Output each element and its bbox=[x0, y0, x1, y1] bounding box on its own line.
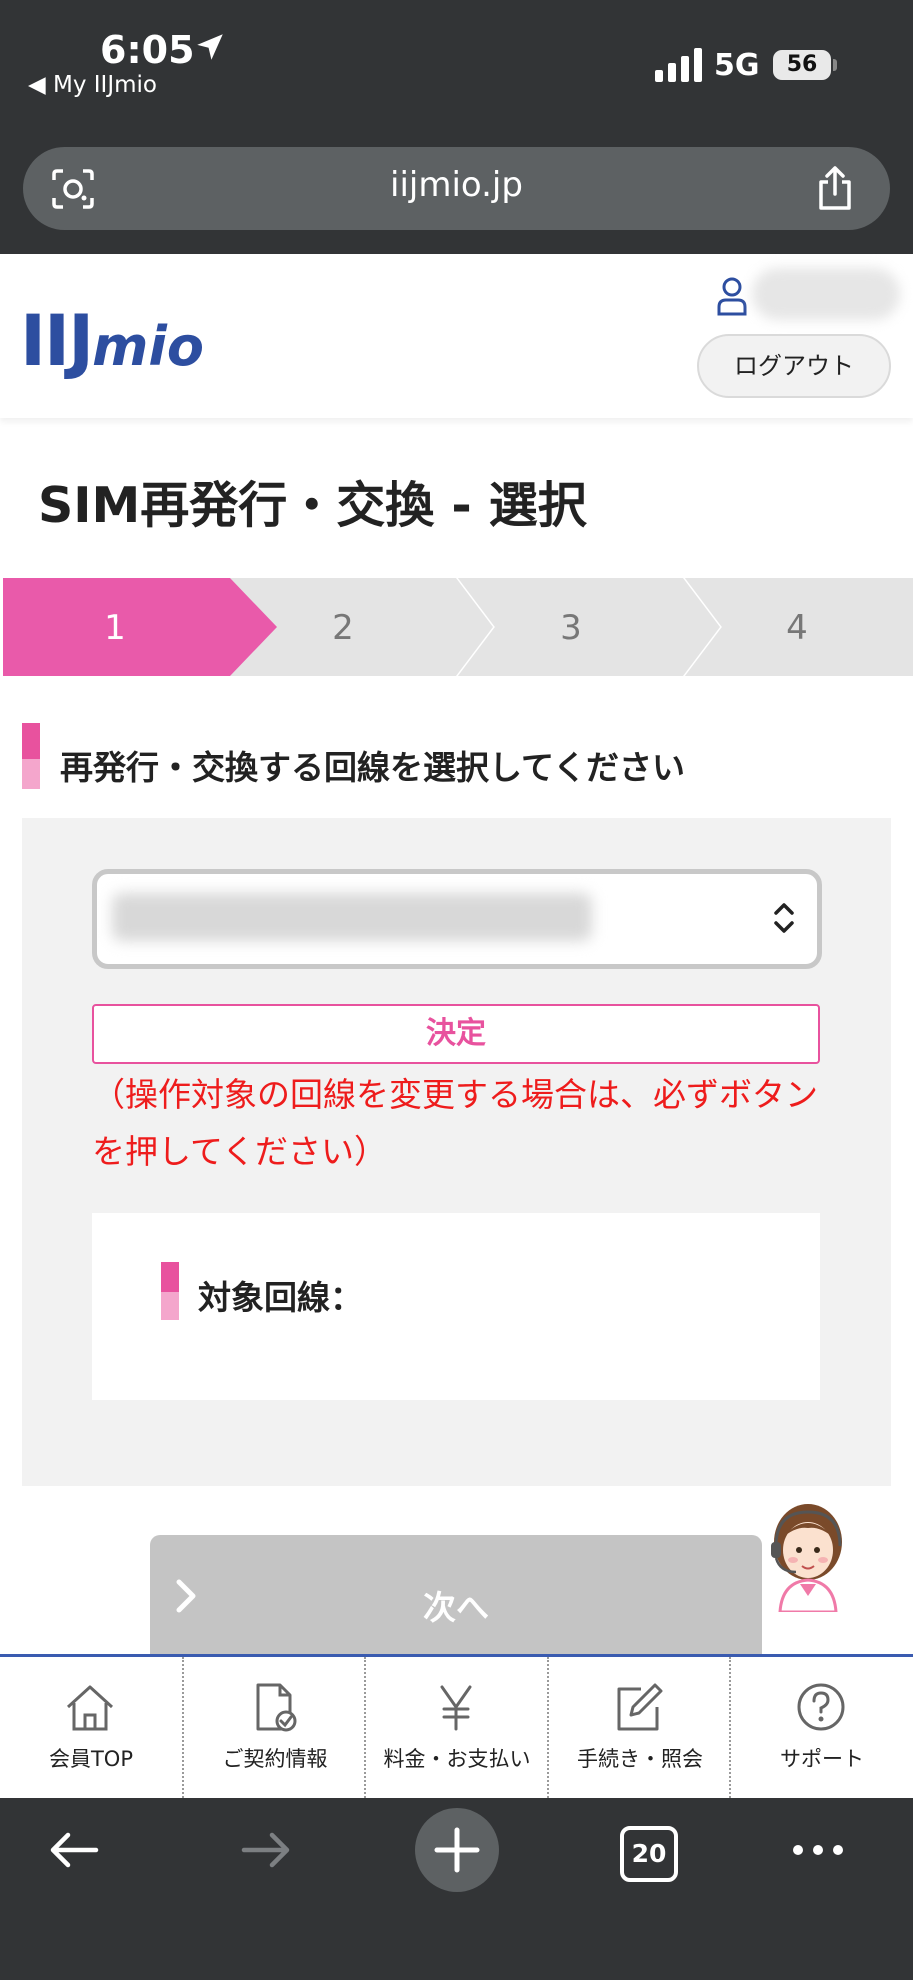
location-arrow-icon bbox=[197, 34, 223, 60]
more-icon[interactable] bbox=[790, 1840, 846, 1860]
support-operator-icon[interactable] bbox=[760, 1500, 856, 1612]
nav-label: 料金・お支払い bbox=[383, 1747, 531, 1771]
nav-contract-info[interactable]: ご契約情報 bbox=[182, 1657, 366, 1798]
next-button-label: 次へ bbox=[423, 1588, 489, 1627]
logo-iij: IIJ bbox=[20, 300, 94, 382]
line-select-value-redacted bbox=[112, 893, 592, 941]
back-arrow-icon[interactable] bbox=[46, 1826, 102, 1874]
user-name-redacted bbox=[752, 268, 900, 320]
user-icon bbox=[717, 277, 747, 316]
section-marker bbox=[22, 723, 40, 789]
select-updown-icon bbox=[774, 903, 794, 933]
change-notice: （操作対象の回線を変更する場合は、必ずボタンを押してください） bbox=[92, 1075, 818, 1171]
logout-button[interactable]: ログアウト bbox=[697, 334, 891, 398]
page-title: SIM再発行・交換 - 選択 bbox=[38, 477, 587, 534]
signal-icon bbox=[655, 48, 702, 82]
back-to-app-link[interactable]: ◀ My IIJmio bbox=[28, 72, 157, 98]
battery-tip bbox=[833, 59, 837, 71]
decide-button[interactable]: 決定 bbox=[92, 1004, 820, 1064]
nav-label: 手続き・照会 bbox=[577, 1747, 703, 1771]
nav-procedures[interactable]: 手続き・照会 bbox=[547, 1657, 731, 1798]
home-icon bbox=[66, 1685, 114, 1731]
nav-label: 会員TOP bbox=[48, 1747, 134, 1771]
clock: 6:05 bbox=[100, 28, 195, 72]
contract-info-icon bbox=[256, 1683, 297, 1732]
step-2-label: 2 bbox=[332, 608, 354, 648]
nav-support[interactable]: サポート bbox=[729, 1657, 913, 1798]
target-line-label: 対象回線： bbox=[198, 1278, 363, 1317]
plus-icon bbox=[434, 1827, 480, 1873]
nav-label: ご契約情報 bbox=[222, 1747, 328, 1771]
step-3-label: 3 bbox=[560, 608, 582, 648]
nav-billing[interactable]: 料金・お支払い bbox=[364, 1657, 548, 1798]
help-icon bbox=[797, 1683, 845, 1731]
edit-icon bbox=[617, 1683, 663, 1731]
share-icon[interactable] bbox=[812, 164, 858, 212]
forward-arrow-icon[interactable] bbox=[238, 1826, 294, 1874]
iijmio-logo[interactable]: IIJmio bbox=[20, 300, 204, 382]
step-1-label: 1 bbox=[104, 608, 126, 648]
battery-indicator: 56 bbox=[773, 50, 831, 80]
tab-switcher-button[interactable]: 20 bbox=[620, 1826, 678, 1882]
logo-mio: mio bbox=[92, 315, 205, 378]
nav-label: サポート bbox=[780, 1747, 864, 1771]
section-heading: 再発行・交換する回線を選択してください bbox=[60, 748, 686, 787]
nav-member-top[interactable]: 会員TOP bbox=[0, 1657, 182, 1798]
network-type: 5G bbox=[714, 48, 760, 83]
url-text[interactable]: iijmio.jp bbox=[0, 165, 913, 205]
yen-icon bbox=[440, 1685, 472, 1731]
target-line-marker bbox=[161, 1262, 179, 1320]
new-tab-button[interactable] bbox=[415, 1808, 499, 1892]
step-4-label: 4 bbox=[786, 608, 808, 648]
